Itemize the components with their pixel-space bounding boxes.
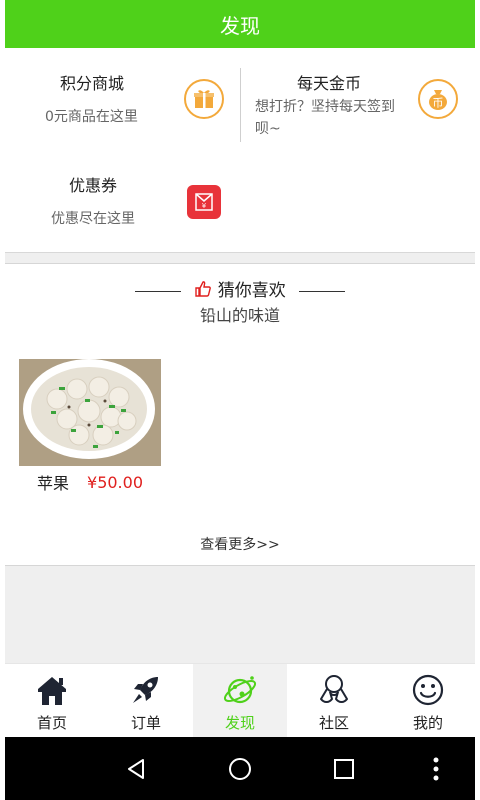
coupon-item[interactable]: 优惠券 优惠尽在这里 ¥ [5,152,240,252]
back-icon[interactable] [122,755,150,783]
tab-discover[interactable]: 发现 [193,664,287,738]
page-title: 发现 [220,13,260,38]
recents-icon[interactable] [330,755,358,783]
daily-coins-title: 每天金币 [297,74,362,93]
community-icon [320,675,348,703]
view-more-link[interactable]: 查看更多>> [5,534,475,554]
tab-profile[interactable]: 我的 [381,664,475,738]
tab-community[interactable]: 社区 [287,664,381,738]
system-nav-bar [5,737,475,800]
feature-row-2: 优惠券 优惠尽在这里 ¥ [5,152,475,253]
points-mall-title: 积分商城 [60,74,125,93]
tab-discover-label: 发现 [224,714,255,732]
guess-subtitle: 铅山的味道 [199,306,280,325]
rocket-icon [133,677,158,703]
home-circle-icon[interactable] [226,755,254,783]
header-line-left [134,290,181,292]
tab-home-label: 首页 [36,714,67,732]
product-card[interactable]: 苹果 ¥50.00 [19,359,161,494]
daily-coins-item[interactable]: 每天金币 想打折？坚持每天签到呗~ 币 [241,48,475,152]
bottom-tab-bar: 首页 订单 发现 社区 我的 [5,663,475,738]
app-frame: 发现 积分商城 0元商品在这里 每天金币 想打折？坚持每天签到呗~ 币 优惠券 … [5,0,475,800]
menu-dots-icon[interactable] [422,755,450,783]
coupon-icon: ¥ [187,185,221,219]
page-header: 发现 [5,0,475,48]
tab-profile-label: 我的 [412,714,443,732]
feature-row-1: 积分商城 0元商品在这里 每天金币 想打折？坚持每天签到呗~ 币 [5,48,475,153]
svg-text:币: 币 [433,97,444,110]
guess-header: 猜你喜欢 [5,276,475,301]
product-price: ¥50.00 [87,472,143,492]
coupon-subtitle: 优惠尽在这里 [51,211,135,227]
planet-icon [223,676,257,704]
product-image[interactable] [19,359,161,466]
points-mall-item[interactable]: 积分商城 0元商品在这里 [5,48,240,152]
guess-you-like-section: 猜你喜欢 铅山的味道 苹果 ¥50.00 查看更多>> [5,264,475,566]
points-mall-subtitle: 0元商品在这里 [45,109,138,125]
coin-bag-icon: 币 [418,79,458,119]
product-name: 苹果 [37,474,70,493]
empty-area [5,566,475,663]
svg-text:¥: ¥ [202,202,207,210]
tab-orders[interactable]: 订单 [99,664,193,738]
tab-community-label: 社区 [318,714,349,732]
section-gap [5,253,475,264]
coupon-title: 优惠券 [69,176,118,195]
product-info: 苹果 ¥50.00 [19,470,161,494]
daily-coins-subtitle: 想打折？坚持每天签到呗~ [255,99,395,137]
tab-home[interactable]: 首页 [5,664,99,738]
guess-title: 猜你喜欢 [217,281,286,301]
thumbs-up-icon [195,281,212,297]
home-icon [38,677,66,705]
gift-icon [184,79,224,119]
tab-orders-label: 订单 [130,714,161,732]
smiley-icon [412,674,444,706]
header-line-right [299,290,346,292]
